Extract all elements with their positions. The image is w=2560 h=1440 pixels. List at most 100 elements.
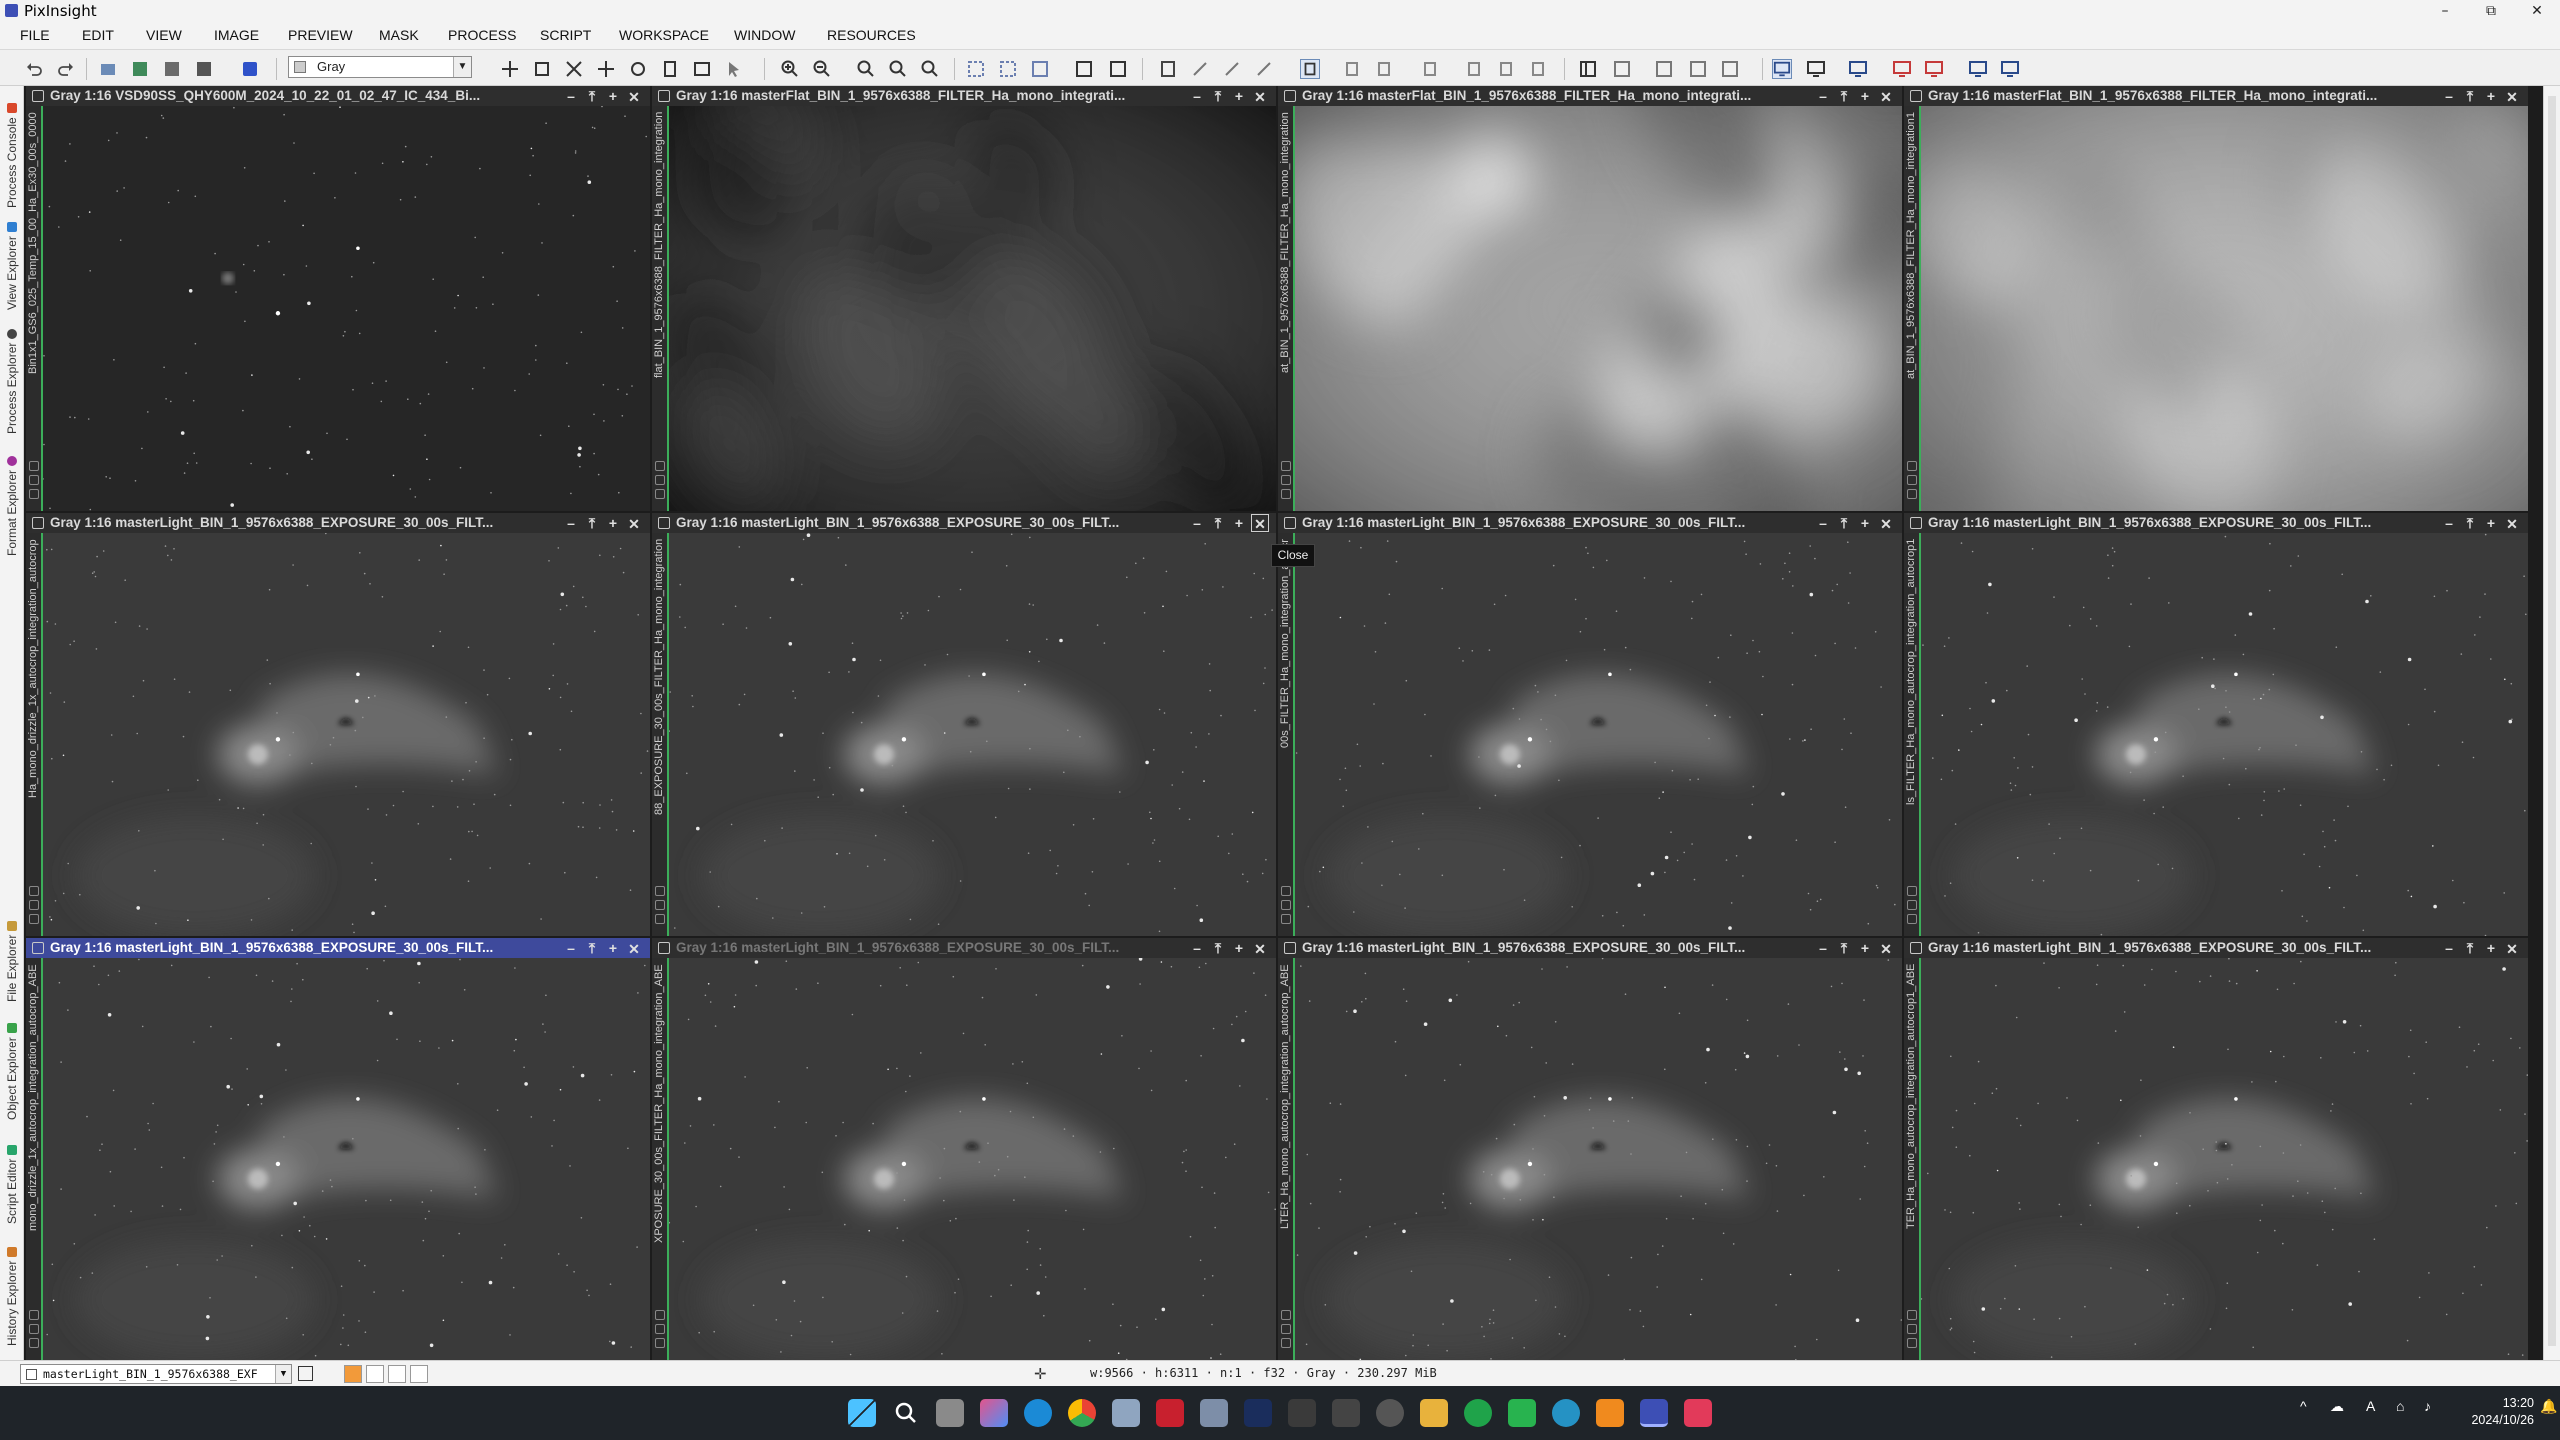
tab-object-explorer[interactable]: Object Explorer — [2, 1006, 22, 1120]
shade-view-button[interactable]: ⤒ — [583, 939, 601, 957]
minimize-view-button[interactable]: – — [562, 87, 580, 105]
mask-invert-icon[interactable] — [1374, 59, 1394, 79]
image-canvas[interactable] — [669, 533, 1276, 936]
workspace-4-icon[interactable] — [1968, 59, 1988, 79]
maximize-view-button[interactable]: + — [1230, 514, 1248, 532]
media-app-icon[interactable] — [1684, 1399, 1712, 1427]
image-window-titlebar[interactable]: Gray 1:16 masterLight_BIN_1_9576x6388_EX… — [26, 513, 650, 533]
view-identifier-tab[interactable]: mono_drizzle_1x_autocrop_integration_aut… — [26, 958, 43, 1360]
image-window[interactable]: Gray 1:16 masterLight_BIN_1_9576x6388_EX… — [1904, 513, 2528, 936]
minimize-view-button[interactable]: – — [1814, 514, 1832, 532]
move-icon[interactable] — [628, 59, 648, 79]
preview-link-icon[interactable] — [29, 914, 39, 924]
lock-icon[interactable] — [1281, 1310, 1291, 1320]
shade-view-button[interactable]: ⤒ — [1209, 87, 1227, 105]
image-window-titlebar[interactable]: Gray 1:16 VSD90SS_QHY600M_2024_10_22_01_… — [26, 86, 650, 106]
close-view-button[interactable]: ✕ — [1251, 87, 1269, 105]
shade-view-button[interactable]: ⤒ — [2461, 939, 2479, 957]
monitor-icon[interactable] — [1772, 59, 1792, 79]
window-menu-icon[interactable] — [1910, 942, 1922, 954]
menu-workspace[interactable]: WORKSPACE — [619, 27, 709, 43]
mask-show-icon[interactable] — [1300, 59, 1320, 79]
close-app-button[interactable]: ✕ — [2514, 0, 2560, 22]
new-preview-icon[interactable] — [1074, 59, 1094, 79]
image-window[interactable]: Gray 1:16 masterLight_BIN_1_9576x6388_EX… — [1904, 938, 2528, 1360]
preview-link-icon[interactable] — [1281, 914, 1291, 924]
mask-link-icon[interactable] — [29, 475, 39, 485]
mask-link-icon[interactable] — [1907, 900, 1917, 910]
preview-link-icon[interactable] — [29, 1338, 39, 1348]
arrange-icon[interactable] — [1720, 59, 1740, 79]
globe-app-icon[interactable] — [1552, 1399, 1580, 1427]
view-identifier-tab[interactable]: 88_EXPOSURE_30_00s_FILTER_Ha_mono_integr… — [652, 533, 669, 936]
workspace-2-icon[interactable] — [1892, 59, 1912, 79]
workspace-3-icon[interactable] — [1924, 59, 1944, 79]
chevron-down-icon[interactable]: ▼ — [453, 57, 471, 77]
shade-view-button[interactable]: ⤒ — [583, 87, 601, 105]
wifi-icon[interactable]: ⌂ — [2396, 1398, 2404, 1414]
calculator-icon[interactable] — [1200, 1399, 1228, 1427]
view-identifier-tab[interactable]: TER_Ha_mono_autocrop_integration_autocro… — [1904, 958, 1921, 1360]
mask-overlay-icon[interactable] — [1496, 59, 1516, 79]
window-menu-icon[interactable] — [1910, 90, 1922, 102]
image-window[interactable]: Gray 1:16 masterFlat_BIN_1_9576x6388_FIL… — [1278, 86, 1902, 511]
tab-script-editor[interactable]: Script Editor — [2, 1124, 22, 1224]
copilot-icon[interactable] — [980, 1399, 1008, 1427]
minimize-view-button[interactable]: – — [1188, 87, 1206, 105]
maximize-view-button[interactable]: + — [2482, 514, 2500, 532]
zoom-1-2-icon[interactable] — [888, 59, 908, 79]
image-window[interactable]: Gray 1:16 masterLight_BIN_1_9576x6388_EX… — [652, 938, 1276, 1360]
lock-icon[interactable] — [1281, 886, 1291, 896]
shade-view-button[interactable]: ⤒ — [1209, 939, 1227, 957]
tab-format-explorer[interactable]: Format Explorer — [2, 438, 22, 556]
close-view-button[interactable]: ✕ — [1251, 939, 1269, 957]
maximize-view-button[interactable]: + — [2482, 87, 2500, 105]
mask-link-icon[interactable] — [1907, 1324, 1917, 1334]
lock-icon[interactable] — [29, 1310, 39, 1320]
windows-start-icon[interactable] — [848, 1399, 876, 1427]
stf-icon[interactable] — [1158, 59, 1178, 79]
hide-panels-icon[interactable] — [1578, 59, 1598, 79]
image-window-titlebar[interactable]: Gray 1:16 masterFlat_BIN_1_9576x6388_FIL… — [1278, 86, 1902, 106]
shade-view-button[interactable]: ⤒ — [2461, 514, 2479, 532]
tab-process-explorer[interactable]: Process Explorer — [2, 312, 22, 434]
save-as-icon[interactable] — [162, 59, 182, 79]
chrome-icon[interactable] — [1068, 1399, 1096, 1427]
window-menu-icon[interactable] — [32, 517, 44, 529]
vlc-icon[interactable] — [1596, 1399, 1624, 1427]
image-canvas[interactable] — [669, 106, 1276, 511]
image-window[interactable]: Gray 1:16 masterLight_BIN_1_9576x6388_EX… — [26, 513, 650, 936]
mask-link-icon[interactable] — [655, 1324, 665, 1334]
undo-icon[interactable] — [24, 59, 44, 79]
minimize-button[interactable]: – — [2422, 0, 2468, 22]
window-menu-icon[interactable] — [32, 90, 44, 102]
preview-link-icon[interactable] — [29, 489, 39, 499]
redo-icon[interactable] — [56, 59, 76, 79]
preview-link-icon[interactable] — [1281, 1338, 1291, 1348]
astro-app-icon[interactable] — [1244, 1399, 1272, 1427]
stf-link-icon[interactable] — [1254, 59, 1274, 79]
lock-icon[interactable] — [1907, 886, 1917, 896]
display-channel-icon[interactable] — [966, 59, 986, 79]
image-canvas[interactable] — [1295, 533, 1902, 936]
maximize-view-button[interactable]: + — [604, 87, 622, 105]
window-menu-icon[interactable] — [658, 942, 670, 954]
image-canvas[interactable] — [1921, 958, 2528, 1360]
lock-icon[interactable] — [1907, 1310, 1917, 1320]
menu-preview[interactable]: PREVIEW — [288, 27, 353, 43]
workspace-1-icon[interactable] — [1848, 59, 1868, 79]
image-window-titlebar[interactable]: Gray 1:16 masterLight_BIN_1_9576x6388_EX… — [652, 938, 1276, 958]
maximize-view-button[interactable]: + — [604, 939, 622, 957]
image-window[interactable]: Gray 1:16 masterLight_BIN_1_9576x6388_EX… — [26, 938, 650, 1360]
input-method-icon[interactable]: A — [2366, 1398, 2375, 1414]
image-window-titlebar[interactable]: Gray 1:16 masterLight_BIN_1_9576x6388_EX… — [26, 938, 650, 958]
image-canvas[interactable] — [669, 958, 1276, 1360]
minimize-view-button[interactable]: – — [2440, 87, 2458, 105]
image-window[interactable]: Gray 1:16 masterLight_BIN_1_9576x6388_EX… — [1278, 513, 1902, 936]
pixinsight-taskbar-icon[interactable] — [1640, 1399, 1668, 1427]
mask-clone-icon[interactable] — [1528, 59, 1548, 79]
close-view-button[interactable]: ✕ — [2503, 87, 2521, 105]
shade-view-button[interactable]: ⤒ — [1209, 514, 1227, 532]
image-window-titlebar[interactable]: Gray 1:16 masterLight_BIN_1_9576x6388_EX… — [1278, 938, 1902, 958]
mask-link-icon[interactable] — [1281, 475, 1291, 485]
